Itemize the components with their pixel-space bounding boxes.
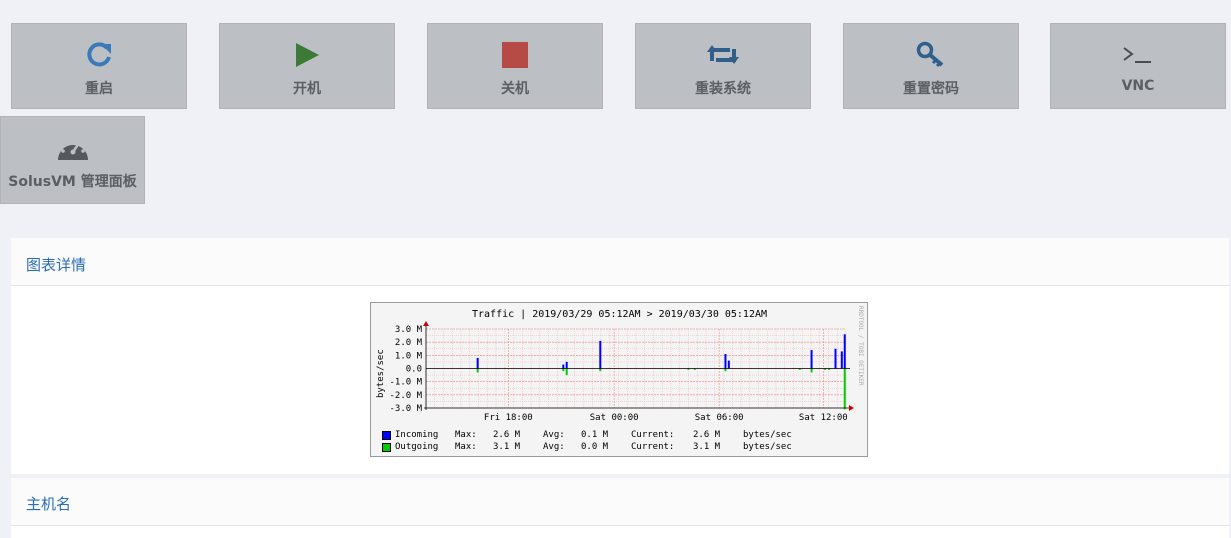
graph-panel-header: 图表详情 xyxy=(11,238,1229,286)
legend-incoming-max: Max: xyxy=(455,430,477,440)
y-tick-label: 2.0 M xyxy=(395,338,423,348)
y-tick-label: 3.0 M xyxy=(395,325,423,335)
bar-outgoing xyxy=(565,368,568,376)
legend-outgoing-avg-val: 0.0 M xyxy=(581,442,609,452)
legend-swatch-outgoing xyxy=(382,442,391,452)
legend-outgoing-cur-val: 3.1 M xyxy=(693,442,721,452)
legend-swatch-incoming xyxy=(382,430,391,440)
y-tick-label: 1.0 M xyxy=(395,351,423,361)
key-icon xyxy=(916,38,946,72)
reinstall-button[interactable]: 重装系统 xyxy=(635,23,811,109)
bar-incoming xyxy=(565,361,568,369)
legend-outgoing-cur: Current: xyxy=(631,442,675,452)
graph-panel-title: 图表详情 xyxy=(26,256,87,274)
chart-ylabel: bytes/sec xyxy=(376,349,386,398)
x-tick-label: Sat 06:00 xyxy=(695,413,744,423)
x-tick-label: Sat 12:00 xyxy=(799,413,848,423)
chart-watermark: RRDTOOL / TOBI OETIKER xyxy=(857,306,864,386)
shutdown-label: 关机 xyxy=(501,81,529,97)
bar-incoming xyxy=(834,348,837,369)
y-tick-label: 0.0 xyxy=(406,365,422,375)
reinstall-label: 重装系统 xyxy=(695,81,751,97)
hostname-panel-header: 主机名 xyxy=(11,478,1229,526)
terminal-icon xyxy=(1121,38,1155,72)
chart-bars xyxy=(476,334,846,410)
play-icon xyxy=(293,38,321,72)
legend-incoming-cur-val: 2.6 M xyxy=(693,430,721,440)
power-on-button[interactable]: 开机 xyxy=(219,23,395,109)
chart-title: Traffic | 2019/03/29 05:12AM > 2019/03/3… xyxy=(472,309,767,320)
x-axis-arrow xyxy=(849,405,854,411)
refresh-icon xyxy=(85,38,113,72)
bar-incoming xyxy=(843,334,846,369)
power-on-label: 开机 xyxy=(293,81,321,97)
reset-password-label: 重置密码 xyxy=(903,81,959,97)
legend-outgoing: Outgoing Max: 3.1 M Avg: 0.0 M Current: … xyxy=(382,442,792,452)
restart-button[interactable]: 重启 xyxy=(11,23,187,109)
chart-y-axis: 3.0 M 2.0 M 1.0 M 0.0 -1.0 M -2.0 M -3.0 M xyxy=(389,325,422,414)
bar-incoming xyxy=(727,360,730,369)
legend-incoming: Incoming Max: 2.6 M Avg: 0.1 M Current: … xyxy=(382,430,792,440)
legend-outgoing-avg: Avg: xyxy=(543,442,565,452)
legend-incoming-avg: Avg: xyxy=(543,430,565,440)
legend-incoming-avg-val: 0.1 M xyxy=(581,430,609,440)
legend-incoming-name: Incoming xyxy=(395,430,439,440)
legend-outgoing-max-val: 3.1 M xyxy=(493,442,521,452)
hostname-panel: 主机名 xyxy=(11,478,1229,538)
bar-incoming xyxy=(810,350,813,369)
x-tick-label: Fri 18:00 xyxy=(484,413,533,423)
y-tick-label: -1.0 M xyxy=(389,378,422,388)
shutdown-button[interactable]: 关机 xyxy=(427,23,603,109)
bar-outgoing xyxy=(843,368,846,410)
x-tick-label: Sat 00:00 xyxy=(590,413,639,423)
bar-incoming xyxy=(476,357,479,369)
dashboard-icon xyxy=(57,131,89,165)
hostname-panel-title: 主机名 xyxy=(26,495,72,513)
stop-icon xyxy=(501,38,529,72)
chart-x-axis: Fri 18:00 Sat 00:00 Sat 06:00 Sat 12:00 xyxy=(484,413,848,423)
y-tick-label: -3.0 M xyxy=(389,404,422,414)
bar-incoming xyxy=(724,354,727,369)
y-tick-label: -2.0 M xyxy=(389,391,422,401)
solusvm-panel-button[interactable]: SolusVM 管理面板 xyxy=(0,116,145,204)
y-axis-arrow xyxy=(423,321,429,326)
restart-label: 重启 xyxy=(85,81,113,97)
vnc-label: VNC xyxy=(1121,78,1155,94)
legend-incoming-max-val: 2.6 M xyxy=(493,430,521,440)
reset-password-button[interactable]: 重置密码 xyxy=(843,23,1019,109)
vnc-button[interactable]: VNC xyxy=(1050,23,1226,109)
legend-outgoing-name: Outgoing xyxy=(395,442,439,452)
legend-incoming-cur: Current: xyxy=(631,430,675,440)
chart-axes xyxy=(423,321,854,411)
legend-outgoing-unit: bytes/sec xyxy=(743,442,792,452)
solusvm-panel-label: SolusVM 管理面板 xyxy=(8,174,137,190)
bar-incoming xyxy=(840,351,843,369)
bar-incoming xyxy=(562,364,565,369)
graph-panel: 图表详情 Traffic | 2019/03/29 05:12AM > 2019… xyxy=(11,238,1229,474)
bar-incoming xyxy=(599,340,602,369)
retweet-icon xyxy=(706,38,740,72)
legend-incoming-unit: bytes/sec xyxy=(743,430,792,440)
bar-outgoing xyxy=(810,368,813,373)
traffic-graph: Traffic | 2019/03/29 05:12AM > 2019/03/3… xyxy=(370,302,868,457)
bar-outgoing xyxy=(476,368,479,373)
legend-outgoing-max: Max: xyxy=(455,442,477,452)
